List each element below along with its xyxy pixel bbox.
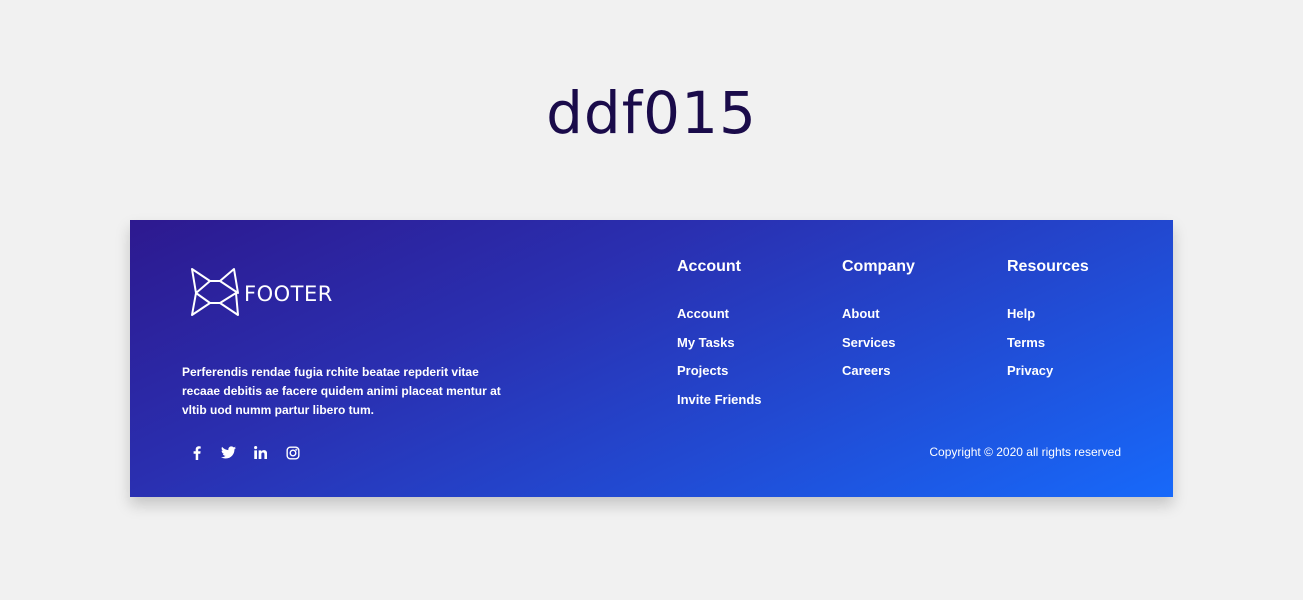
- footer-link-about[interactable]: About: [842, 305, 915, 334]
- footer-link-terms[interactable]: Terms: [1007, 334, 1089, 363]
- footer-column-company: Company About Services Careers: [842, 258, 915, 391]
- footer-link-help[interactable]: Help: [1007, 305, 1089, 334]
- footer-link-my-tasks[interactable]: My Tasks: [677, 334, 762, 363]
- footer-link-privacy[interactable]: Privacy: [1007, 362, 1089, 391]
- footer-link-projects[interactable]: Projects: [677, 362, 762, 391]
- copyright-text: Copyright © 2020 all rights reserved: [929, 445, 1121, 459]
- footer-description: Perferendis rendae fugia rchite beatae r…: [182, 365, 501, 417]
- footer-link-invite-friends[interactable]: Invite Friends: [677, 391, 762, 420]
- footer-link-services[interactable]: Services: [842, 334, 915, 363]
- footer-link-account[interactable]: Account: [677, 305, 762, 334]
- triangles-logo-icon: [190, 267, 240, 319]
- site-footer: FOOTER Perferendis rendae fugia rchite b…: [130, 220, 1173, 497]
- linkedin-icon[interactable]: [252, 444, 269, 461]
- footer-column-resources: Resources Help Terms Privacy: [1007, 258, 1089, 391]
- page-title: ddf015: [546, 79, 757, 147]
- twitter-icon[interactable]: [220, 444, 237, 461]
- footer-link-careers[interactable]: Careers: [842, 362, 915, 391]
- column-title: Account: [677, 258, 741, 275]
- social-links: [188, 444, 316, 461]
- column-title: Resources: [1007, 258, 1089, 275]
- footer-brand[interactable]: FOOTER: [190, 267, 333, 319]
- facebook-icon[interactable]: [188, 444, 205, 461]
- brand-name: FOOTER: [244, 282, 333, 306]
- column-title: Company: [842, 258, 915, 275]
- footer-column-account: Account Account My Tasks Projects Invite…: [677, 258, 762, 419]
- instagram-icon[interactable]: [284, 444, 301, 461]
